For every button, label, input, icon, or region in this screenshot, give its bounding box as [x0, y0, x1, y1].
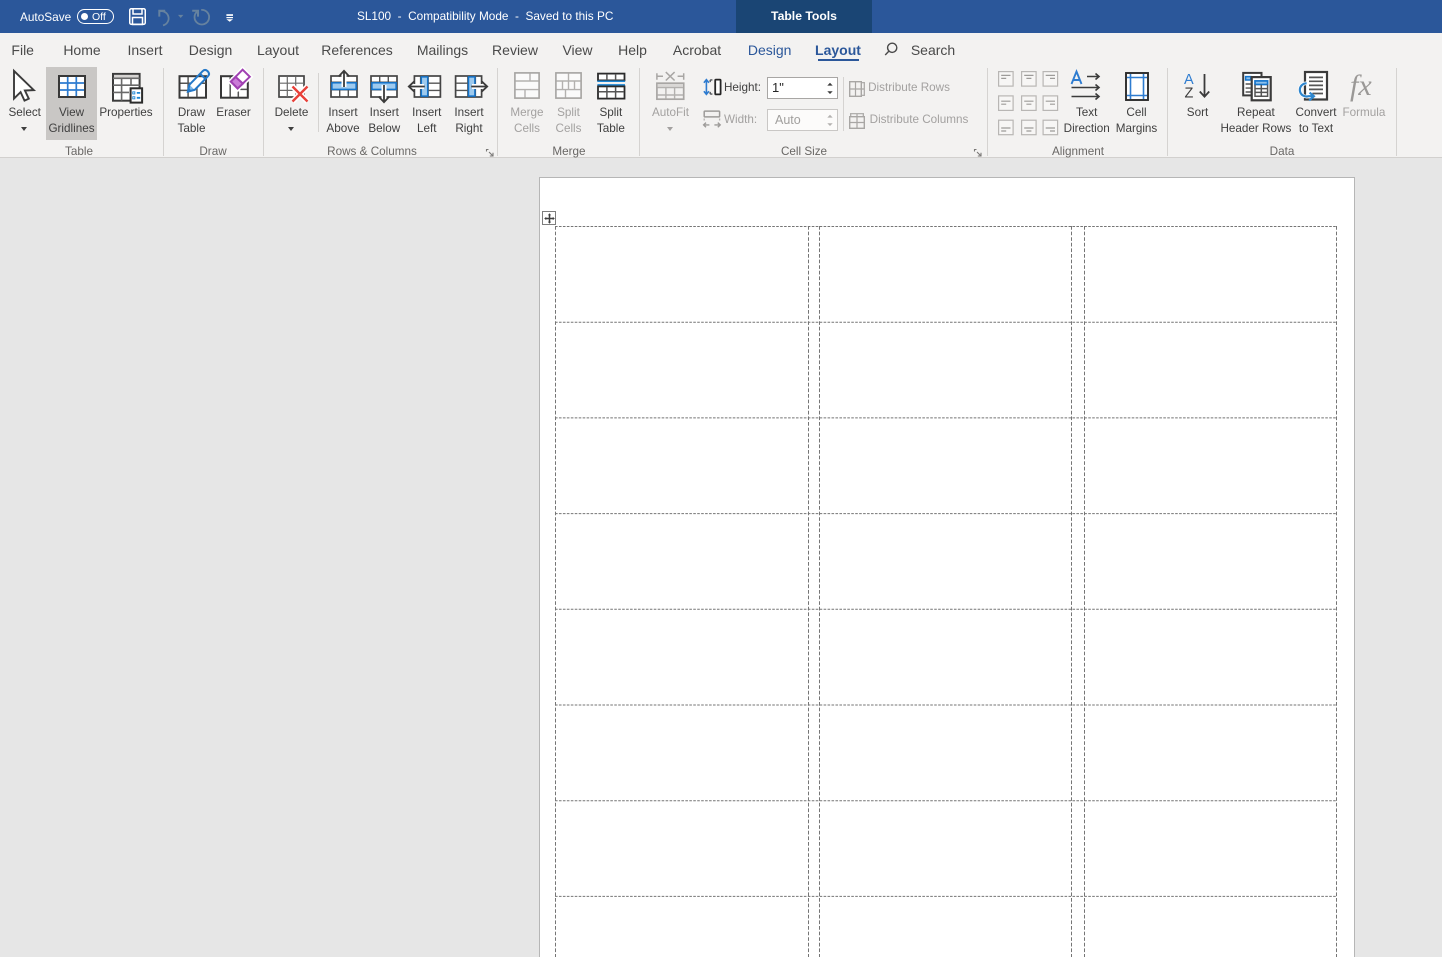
svg-text:Z: Z: [1185, 86, 1194, 102]
